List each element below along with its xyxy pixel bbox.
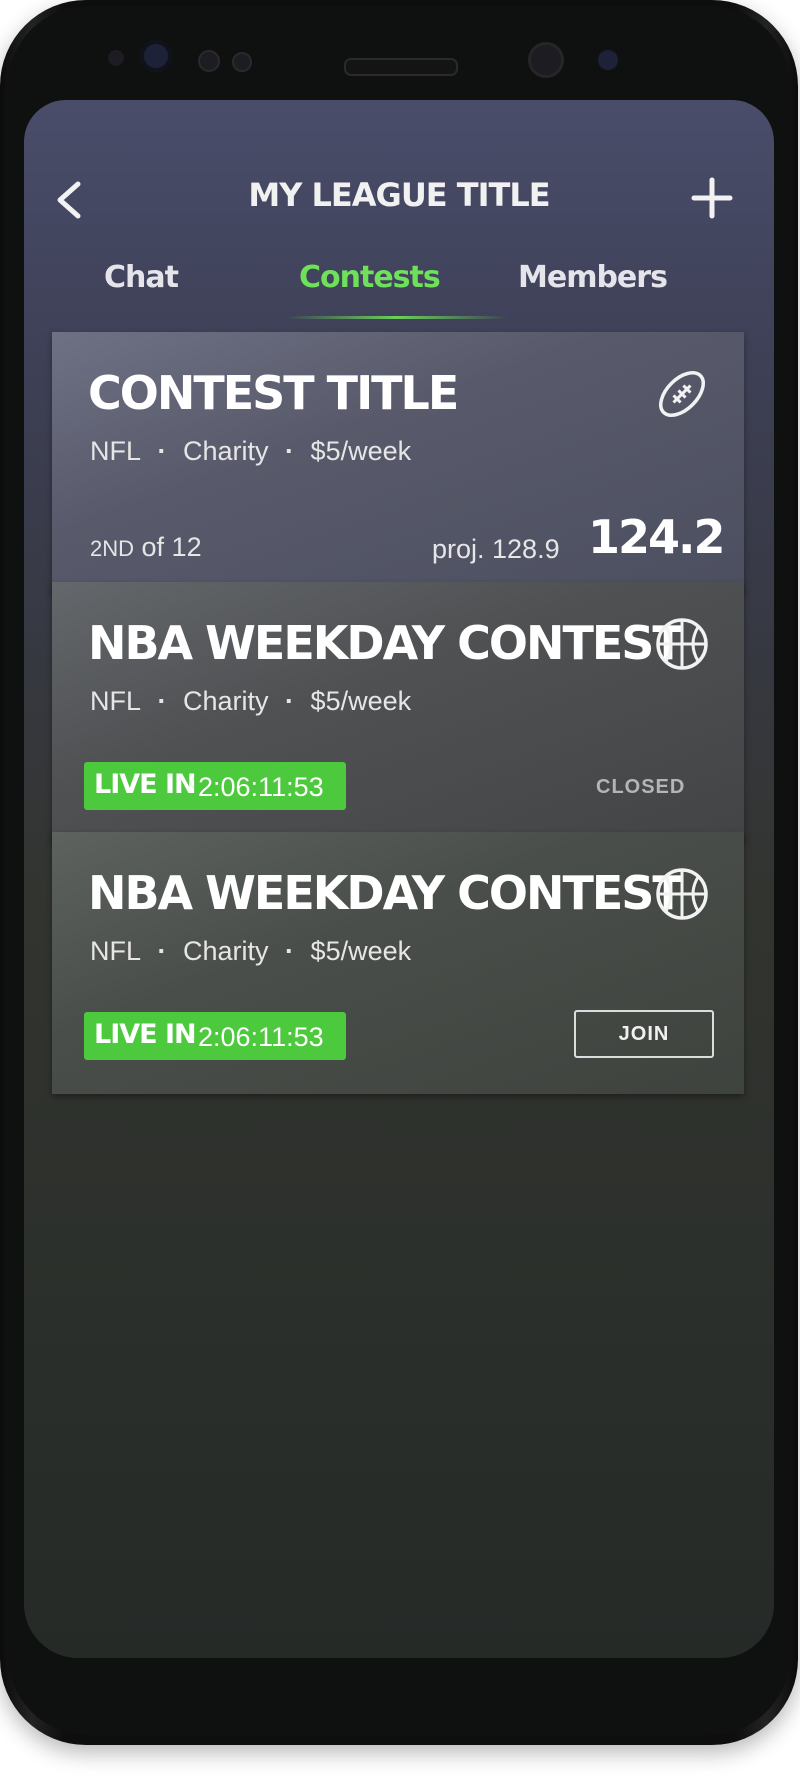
contest-price: $5/week [310, 686, 412, 716]
tab-contests[interactable]: Contests [299, 260, 441, 295]
live-countdown-badge: LIVE IN 2:06:11:53 [84, 762, 346, 810]
rank-ordinal: 2ND [90, 536, 135, 561]
contest-rank: 2ND of 12 [90, 532, 202, 563]
front-camera [140, 40, 172, 72]
contest-card[interactable]: NBA WEEKDAY CONTEST NFL · Charity · $5/week … [52, 582, 744, 844]
current-score: 124.2 [588, 510, 726, 564]
separator-dot: · [157, 936, 167, 966]
live-label: LIVE IN [94, 1019, 197, 1050]
separator-dot: · [285, 436, 295, 466]
sensor-dot [598, 50, 618, 70]
contest-meta: NFL · Charity · $5/week [90, 686, 411, 717]
page-title: MY LEAGUE TITLE [248, 176, 550, 214]
football-icon [659, 371, 705, 417]
sensor-dot [198, 50, 220, 72]
iris-scanner [528, 42, 564, 78]
contest-title: NBA WEEKDAY CONTEST [88, 866, 684, 920]
contest-title: NBA WEEKDAY CONTEST [88, 616, 684, 670]
projected-score: proj. 128.9 [432, 534, 560, 564]
contest-type: Charity [183, 936, 269, 966]
sensor-dot [232, 52, 252, 72]
tab-members[interactable]: Members [518, 260, 668, 295]
rank-total: of 12 [141, 532, 202, 562]
earpiece-speaker [344, 58, 458, 76]
contest-type: Charity [183, 436, 269, 466]
active-tab-indicator [286, 316, 508, 319]
contest-type: Charity [183, 686, 269, 716]
live-countdown-badge: LIVE IN 2:06:11:53 [84, 1012, 346, 1060]
contest-title: CONTEST TITLE [88, 366, 459, 420]
separator-dot: · [157, 436, 167, 466]
contest-meta: NFL · Charity · $5/week [90, 936, 411, 967]
contest-meta: NFL · Charity · $5/week [90, 436, 411, 467]
separator-dot: · [285, 686, 295, 716]
contest-sport: NFL [90, 436, 142, 466]
contest-price: $5/week [310, 436, 412, 466]
status-badge: CLOSED [596, 776, 686, 798]
join-button[interactable]: JOIN [574, 1010, 714, 1058]
contest-sport: NFL [90, 686, 142, 716]
contest-card[interactable]: NBA WEEKDAY CONTEST NFL · Charity · $5/week … [52, 832, 744, 1094]
contest-price: $5/week [310, 936, 412, 966]
basketball-icon [656, 618, 708, 670]
sensor-dot [108, 50, 124, 66]
contest-card[interactable]: CONTEST TITLE NFL · Charity · $5/week 2ND of… [52, 332, 744, 594]
app-header: MY LEAGUE TITLE Chat Contests Members [24, 100, 774, 360]
countdown-timer: 2:06:11:53 [198, 1022, 324, 1052]
countdown-timer: 2:06:11:53 [198, 772, 324, 802]
plus-icon[interactable] [690, 176, 734, 220]
basketball-icon [656, 868, 708, 920]
phone-chin [60, 1676, 736, 1716]
separator-dot: · [285, 936, 295, 966]
tab-chat[interactable]: Chat [104, 260, 179, 295]
app-screen: MY LEAGUE TITLE Chat Contests Members CO… [24, 100, 774, 1658]
live-label: LIVE IN [94, 769, 197, 800]
separator-dot: · [157, 686, 167, 716]
phone-frame: MY LEAGUE TITLE Chat Contests Members CO… [0, 0, 798, 1745]
contest-sport: NFL [90, 936, 142, 966]
